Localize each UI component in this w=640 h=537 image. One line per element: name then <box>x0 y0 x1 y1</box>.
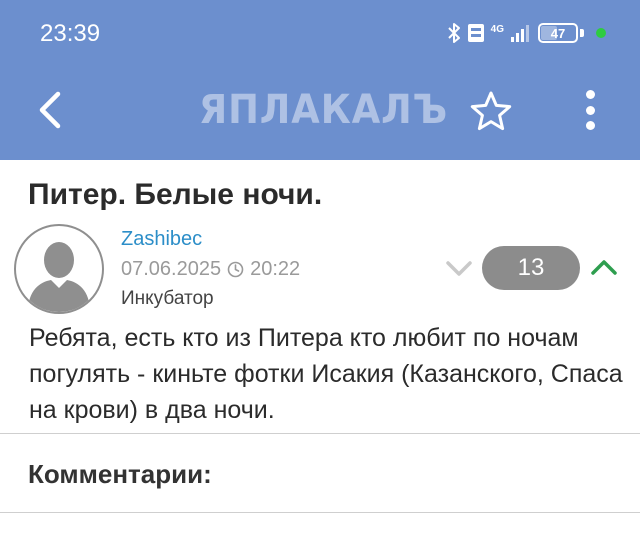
rating-value: 13 <box>517 254 545 281</box>
post-body: Ребята, есть кто из Питера кто любит по … <box>29 324 623 424</box>
vote-down-button[interactable] <box>444 254 474 282</box>
chevron-down-icon <box>446 261 472 276</box>
divider <box>0 512 640 513</box>
network-type: 4G <box>490 23 504 35</box>
post-date: 07.06.2025 <box>121 258 222 280</box>
site-logo[interactable]: ЯПЛАКАЛЪ <box>198 86 448 134</box>
vote-up-button[interactable] <box>589 254 619 282</box>
comments-heading: Комментарии: <box>28 459 212 489</box>
volte-icon <box>467 24 484 42</box>
battery-level: 47 <box>550 25 566 41</box>
chevron-left-icon <box>39 91 61 129</box>
signal-icon <box>511 25 529 42</box>
post-title: Питер. Белые ночи. <box>28 178 323 211</box>
chevron-up-icon <box>591 260 617 275</box>
more-vertical-icon <box>585 90 595 99</box>
app-bar: ЯПЛАКАЛЪ <box>0 64 640 160</box>
star-outline-icon <box>470 91 512 131</box>
post-date-row: 07.06.2025 20:22 <box>121 258 300 281</box>
favorite-button[interactable] <box>470 90 512 132</box>
back-button[interactable] <box>30 88 70 132</box>
clock-icon <box>227 261 244 278</box>
battery-icon: 47 <box>538 23 578 43</box>
post-time: 20:22 <box>250 258 301 280</box>
user-placeholder-icon <box>28 242 90 312</box>
avatar[interactable] <box>14 224 104 314</box>
more-menu-button[interactable] <box>578 86 602 134</box>
bluetooth-icon <box>447 23 460 43</box>
status-icons: 4G 47 <box>447 22 606 44</box>
author-rank: Инкубатор <box>121 288 214 309</box>
divider <box>0 433 640 434</box>
status-bar: 23:39 4G 47 <box>0 0 640 64</box>
app-header: 23:39 4G 47 ЯПЛАКАЛЪ <box>0 0 640 160</box>
battery-tip <box>580 29 584 37</box>
logo-text: ЯПЛАКАЛЪ <box>198 87 448 133</box>
status-time: 23:39 <box>40 20 101 47</box>
privacy-indicator-dot <box>596 28 606 38</box>
author-link[interactable]: Zashibec <box>121 228 202 251</box>
rating-badge: 13 <box>482 246 580 290</box>
